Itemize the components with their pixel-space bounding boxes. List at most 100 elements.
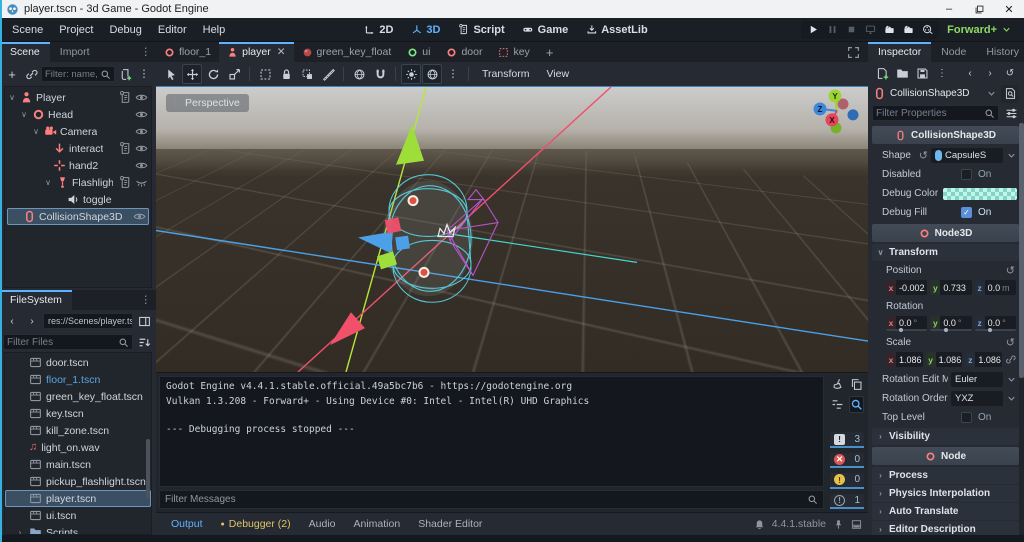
open-docs-button[interactable] — [1001, 84, 1019, 103]
file-list-scrollbar[interactable] — [146, 439, 150, 499]
property-sort-button[interactable] — [1002, 104, 1020, 122]
file-floor1[interactable]: floor_1.tscn — [5, 371, 151, 388]
rotation-x-field[interactable]: x 0.0 ° — [886, 316, 928, 332]
revert-icon[interactable]: ↺ — [1006, 336, 1015, 349]
tab-import[interactable]: Import — [50, 42, 100, 62]
distraction-free-icon[interactable] — [839, 42, 868, 62]
tree-row-player[interactable]: ∨ Player — [5, 89, 151, 106]
bottom-tab-audio[interactable]: Audio — [300, 518, 345, 530]
preview-environment-button[interactable] — [422, 64, 442, 84]
editor-filter-badge[interactable]: ! 1 — [830, 493, 864, 509]
local-space-button[interactable] — [349, 64, 369, 84]
scale-y-field[interactable]: y 1.086 — [925, 352, 963, 367]
messages-filter-badge[interactable]: ! 3 — [830, 432, 864, 448]
tree-row-toggle[interactable]: toggle — [5, 191, 151, 208]
scene-tab-floor1[interactable]: floor_1 — [156, 42, 219, 62]
inspector-back-button[interactable]: ‹ — [961, 64, 979, 82]
eye-icon[interactable] — [135, 108, 148, 121]
inspector-history-button[interactable]: ↺ — [1001, 64, 1019, 82]
scale-z-field[interactable]: z 1.086 — [965, 352, 1003, 367]
tab-history[interactable]: History — [976, 42, 1024, 62]
renderer-selector[interactable]: Forward+ — [939, 24, 1020, 36]
revert-icon[interactable]: ↺ — [1006, 264, 1015, 277]
pin-panel-icon[interactable] — [833, 519, 844, 530]
chevron-down-icon[interactable] — [1006, 150, 1017, 161]
preview-sun-button[interactable] — [401, 64, 421, 84]
version-label[interactable]: 4.4.1.stable — [772, 518, 826, 530]
file-kill-zone[interactable]: kill_zone.tscn — [5, 422, 151, 439]
tree-row-collisionshape3d[interactable]: CollisionShape3D — [7, 208, 149, 225]
section-editor-description[interactable]: › Editor Description — [872, 521, 1019, 535]
new-resource-button[interactable] — [873, 64, 891, 82]
workspace-assetlib[interactable]: AssetLib — [578, 24, 655, 36]
save-resource-button[interactable] — [913, 64, 931, 82]
transform-menu[interactable]: Transform — [474, 68, 537, 80]
script-icon[interactable] — [119, 91, 132, 104]
tree-row-interact[interactable]: interact — [5, 140, 151, 157]
errors-filter-badge[interactable]: ✕ 0 — [830, 452, 864, 469]
script-icon[interactable] — [119, 176, 132, 189]
folder-scripts[interactable]: › Scripts — [5, 524, 151, 534]
bottom-tab-output[interactable]: Output — [162, 518, 212, 530]
scene-tab-door[interactable]: door — [438, 42, 490, 62]
rotation-y-field[interactable]: y 0.0 ° — [930, 316, 972, 332]
scene-tree-menu-icon[interactable]: ⋮ — [135, 65, 153, 83]
stop-button[interactable] — [842, 22, 860, 38]
ruler-tool-button[interactable] — [318, 64, 338, 84]
script-icon[interactable] — [119, 142, 132, 155]
menu-project[interactable]: Project — [51, 24, 101, 36]
file-light-on-wav[interactable]: ♫ light_on.wav — [5, 439, 151, 456]
file-pickup-flashlight[interactable]: pickup_flashlight.tscn — [5, 473, 151, 490]
eye-closed-icon[interactable] — [135, 176, 148, 189]
scene-tab-player[interactable]: player ✕ — [219, 42, 294, 62]
notifications-bell-icon[interactable] — [754, 519, 765, 530]
property-filter-input[interactable] — [876, 107, 982, 119]
tab-scene[interactable]: Scene — [0, 42, 50, 62]
section-auto-translate[interactable]: › Auto Translate — [872, 503, 1019, 520]
tree-row-flashlight[interactable]: ∨ Flashlight — [5, 174, 151, 191]
eye-icon[interactable] — [135, 125, 148, 138]
position-y-field[interactable]: y 0.733 — [930, 280, 972, 295]
file-sort-button[interactable] — [135, 333, 153, 351]
inspector-forward-button[interactable]: › — [981, 64, 999, 82]
history-back-button[interactable]: ‹ — [3, 312, 21, 330]
file-filter-input[interactable] — [7, 336, 116, 348]
menu-help[interactable]: Help — [195, 24, 234, 36]
output-log[interactable]: Godot Engine v4.4.1.stable.official.49a5… — [159, 376, 824, 487]
scene-filter-input[interactable] — [45, 68, 98, 80]
tree-row-camera[interactable]: ∨ Camera — [5, 123, 151, 140]
close-tab-icon[interactable]: ✕ — [277, 46, 286, 58]
copy-output-button[interactable] — [849, 376, 865, 393]
revert-icon[interactable]: ↺ — [919, 149, 928, 162]
snap-button[interactable] — [370, 64, 390, 84]
chevron-down-icon[interactable] — [1006, 374, 1017, 385]
play-custom-scene-button[interactable] — [899, 22, 917, 38]
chevron-down-icon[interactable] — [986, 88, 997, 99]
play-button[interactable] — [804, 22, 822, 38]
workspace-3d[interactable]: 3D — [403, 24, 448, 36]
clear-output-button[interactable] — [830, 376, 846, 393]
debug-color-swatch[interactable] — [943, 187, 1017, 200]
viewport-3d[interactable]: Y Z X ⋮ Perspective — [156, 86, 868, 372]
file-player[interactable]: player.tscn — [5, 490, 151, 507]
section-process[interactable]: › Process — [872, 467, 1019, 484]
close-button[interactable]: ✕ — [994, 0, 1024, 18]
eye-icon[interactable] — [135, 142, 148, 155]
attach-script-button[interactable] — [116, 65, 134, 83]
section-physics-interpolation[interactable]: › Physics Interpolation — [872, 485, 1019, 502]
rotation-edit-dropdown[interactable]: Euler — [951, 372, 1003, 387]
menu-scene[interactable]: Scene — [4, 24, 51, 36]
projection-selector[interactable]: ⋮ Perspective — [166, 94, 249, 112]
inspector-scrollbar[interactable] — [1019, 123, 1024, 535]
workspace-game[interactable]: Game — [515, 24, 577, 36]
tab-inspector[interactable]: Inspector — [868, 42, 932, 62]
show-search-button[interactable] — [848, 396, 864, 413]
file-key[interactable]: key.tscn — [5, 405, 151, 422]
tree-row-head[interactable]: ∨ Head — [5, 106, 151, 123]
workspace-2d[interactable]: 2D — [356, 24, 401, 36]
scene-tab-green-key-float[interactable]: green_key_float — [294, 42, 400, 62]
eye-icon[interactable] — [135, 91, 148, 104]
link-scale-icon[interactable] — [1005, 354, 1016, 365]
add-node-button[interactable]: + — [3, 65, 21, 83]
select-tool-button[interactable] — [161, 64, 181, 84]
